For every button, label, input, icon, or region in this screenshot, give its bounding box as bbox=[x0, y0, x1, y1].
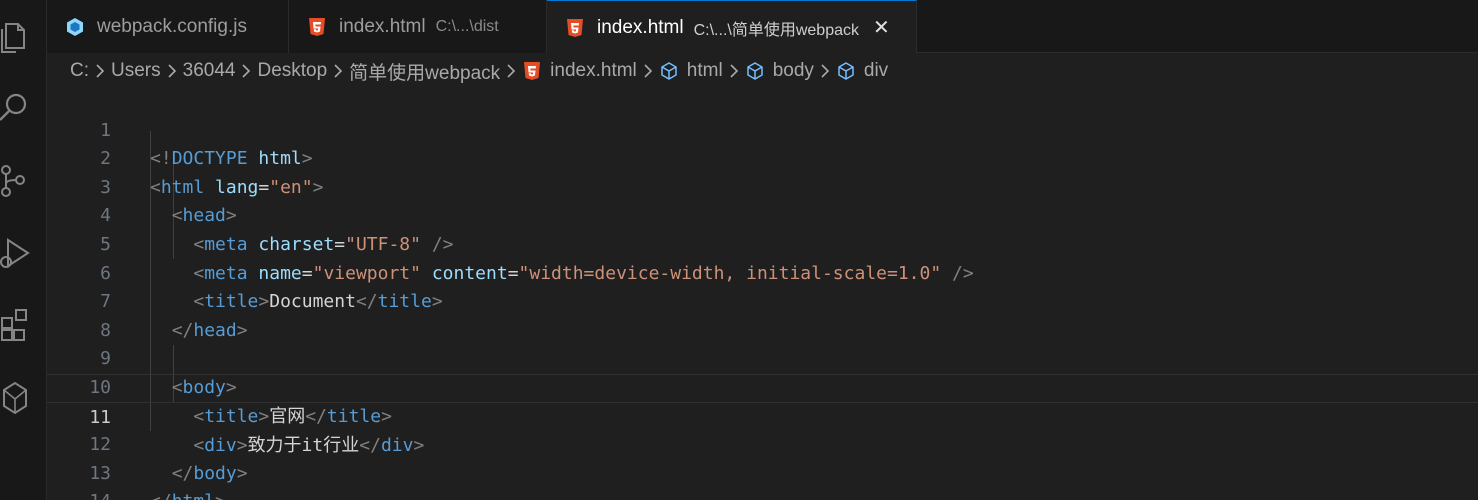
tab-label: index.html bbox=[597, 16, 684, 38]
code-line[interactable]: 14 bbox=[47, 460, 1478, 500]
code-line[interactable]: 5 <meta name="viewport" content="width=d… bbox=[47, 202, 1478, 284]
chevron-right-icon bbox=[89, 64, 111, 78]
breadcrumb-item: html bbox=[686, 60, 723, 81]
explorer-icon[interactable] bbox=[0, 16, 30, 54]
code-text: </html> bbox=[150, 488, 226, 500]
breadcrumb-item[interactable]: Desktop bbox=[257, 60, 327, 82]
breadcrumb-item: div bbox=[863, 60, 889, 81]
code-line[interactable]: 7 </head> bbox=[47, 260, 1478, 341]
breadcrumb-symbol-html[interactable]: html bbox=[659, 60, 723, 82]
tab-index-html-active[interactable]: index.html C:\...\简单使用webpack ✕ bbox=[547, 0, 917, 54]
code-line[interactable]: 10 <title>官网</title> bbox=[47, 345, 1478, 427]
webpack-icon bbox=[65, 17, 85, 37]
search-icon[interactable] bbox=[0, 88, 30, 126]
html5-icon bbox=[522, 61, 542, 81]
breadcrumb-item[interactable]: 简单使用webpack bbox=[349, 58, 500, 85]
breadcrumb-file[interactable]: index.html bbox=[522, 60, 637, 82]
html5-icon bbox=[565, 18, 585, 38]
activity-bar bbox=[0, 0, 47, 500]
code-line[interactable]: 8 bbox=[47, 288, 1478, 341]
line-number: 14 bbox=[47, 488, 111, 500]
code-line[interactable]: 6 <title>Document</title> bbox=[47, 231, 1478, 313]
remote-explorer-icon[interactable] bbox=[0, 380, 30, 418]
breadcrumb-item: body bbox=[772, 60, 814, 81]
chevron-right-icon bbox=[637, 64, 659, 78]
chevron-right-icon bbox=[500, 64, 522, 78]
code-line[interactable]: 2 <html lang="en"> bbox=[47, 117, 1478, 198]
tab-description: C:\...\dist bbox=[435, 17, 499, 35]
editor-tab-bar: webpack.config.js index.html C:\...\dist… bbox=[47, 0, 1478, 54]
tab-description: C:\...\简单使用webpack bbox=[693, 21, 859, 39]
code-line[interactable]: 1 <!DOCTYPE html> bbox=[47, 88, 1478, 170]
chevron-right-icon bbox=[327, 64, 349, 78]
breadcrumb: C: Users 36044 Desktop 简单使用webpack index… bbox=[70, 55, 888, 87]
code-line-current[interactable]: 11 <div>致力于it行业</div> bbox=[47, 374, 1478, 456]
chevron-right-icon bbox=[235, 64, 257, 78]
code-line[interactable]: 4 <meta charset="UTF-8" /> bbox=[47, 174, 1478, 255]
close-icon[interactable]: ✕ bbox=[873, 15, 890, 40]
run-debug-icon[interactable] bbox=[0, 234, 30, 272]
tab-webpack-config[interactable]: webpack.config.js bbox=[47, 0, 289, 53]
code-line[interactable]: 9 <body> bbox=[47, 317, 1478, 398]
breadcrumb-item[interactable]: C: bbox=[70, 60, 89, 82]
tab-label: webpack.config.js bbox=[97, 15, 247, 37]
breadcrumb-symbol-body[interactable]: body bbox=[745, 60, 814, 82]
breadcrumb-item[interactable]: 36044 bbox=[183, 60, 236, 82]
chevron-right-icon bbox=[161, 64, 183, 78]
tab-label: index.html bbox=[339, 15, 426, 37]
chevron-right-icon bbox=[814, 64, 836, 78]
breadcrumb-symbol-div[interactable]: div bbox=[836, 60, 888, 82]
html5-icon bbox=[307, 17, 327, 37]
symbol-cube-icon bbox=[836, 61, 856, 81]
code-line[interactable]: 12 </body> bbox=[47, 403, 1478, 484]
tab-index-html-dist[interactable]: index.html C:\...\dist bbox=[289, 0, 547, 53]
code-line[interactable]: 13 </html> bbox=[47, 431, 1478, 500]
source-control-icon[interactable] bbox=[0, 162, 30, 200]
code-editor[interactable]: 1 <!DOCTYPE html> 2 <html lang="en"> 3 <… bbox=[47, 88, 1478, 500]
breadcrumb-item[interactable]: Users bbox=[111, 60, 161, 82]
symbol-cube-icon bbox=[659, 61, 679, 81]
extensions-icon[interactable] bbox=[0, 306, 30, 344]
chevron-right-icon bbox=[723, 64, 745, 78]
symbol-cube-icon bbox=[745, 61, 765, 81]
code-line[interactable]: 3 <head> bbox=[47, 145, 1478, 227]
breadcrumb-item: index.html bbox=[550, 60, 637, 81]
